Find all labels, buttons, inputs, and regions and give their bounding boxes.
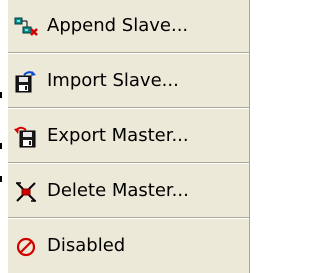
menu-separator (8, 107, 249, 109)
menu-item-label: Append Slave... (47, 15, 189, 36)
menu-item-label: Import Slave... (47, 70, 179, 91)
disabled-icon (14, 235, 38, 259)
menu-item-export-master[interactable]: Export Master... (8, 110, 249, 162)
background-edge-mark (0, 176, 2, 182)
menu-item-label: Export Master... (47, 125, 189, 146)
menu-item-append-slave[interactable]: Append Slave... (8, 0, 249, 52)
export-master-icon (14, 125, 38, 149)
menu-item-disabled[interactable]: Disabled (8, 220, 249, 272)
menu-separator (8, 162, 249, 164)
import-slave-icon (14, 70, 38, 94)
page: Append Slave... Import Slave... Export M… (0, 0, 263, 273)
append-slave-icon (14, 15, 38, 39)
menu-item-import-slave[interactable]: Import Slave... (8, 55, 249, 107)
menu-separator (8, 217, 249, 219)
menu-separator (8, 52, 249, 54)
context-menu: Append Slave... Import Slave... Export M… (8, 0, 250, 273)
menu-item-label: Delete Master... (47, 180, 189, 201)
menu-item-label: Disabled (47, 235, 126, 256)
background-edge-mark (0, 143, 2, 149)
menu-item-delete-master[interactable]: Delete Master... (8, 165, 249, 217)
background-edge-mark (0, 92, 2, 98)
delete-master-icon (14, 180, 38, 204)
